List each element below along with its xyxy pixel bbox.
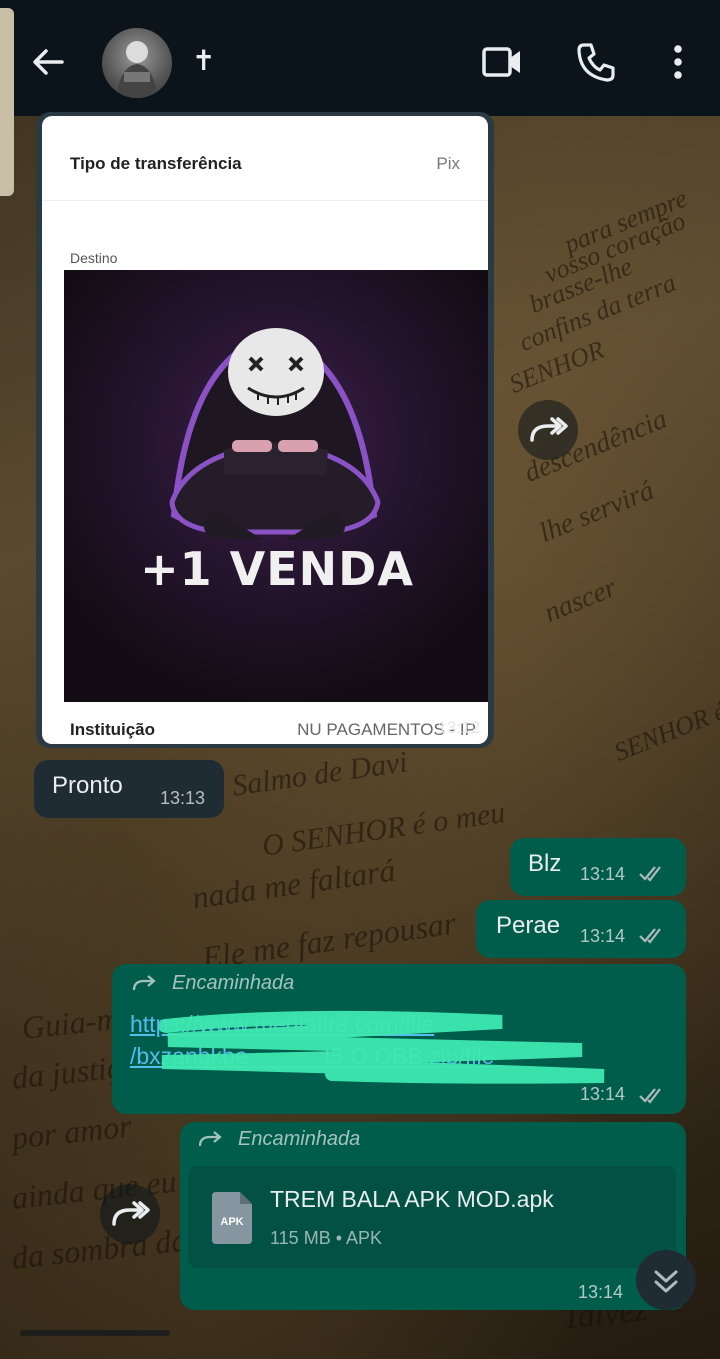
file-meta: 115 MB • APK <box>270 1228 383 1248</box>
read-ticks-icon <box>639 928 661 944</box>
forward-button[interactable] <box>518 400 578 460</box>
scroll-to-bottom-button[interactable] <box>636 1250 696 1310</box>
incoming-message[interactable]: Pronto 13:13 <box>34 760 224 818</box>
forward-icon <box>530 417 568 442</box>
message-time: 13:14 <box>580 864 626 884</box>
message-time: 13:14 <box>578 1282 624 1302</box>
bottom-edge <box>20 1330 170 1336</box>
transfer-type-value: Pix <box>436 154 460 173</box>
document-attachment[interactable]: APK TREM BALA APK MOD.apk 115 MB • APK <box>188 1166 676 1268</box>
forwarded-icon <box>198 1131 222 1147</box>
read-ticks-icon <box>639 866 661 882</box>
receipt-image[interactable]: Tipo de transferência Pix Destino +1 VEN… <box>42 116 488 744</box>
contact-avatar[interactable] <box>102 28 172 98</box>
message-text: Blz <box>528 850 562 877</box>
file-badge: APK <box>220 1216 244 1228</box>
forward-button[interactable] <box>100 1184 160 1244</box>
message-time: 13:12 <box>437 718 480 737</box>
transfer-type-label: Tipo de transferência <box>70 154 242 173</box>
forwarded-label: Encaminhada <box>172 972 295 994</box>
message-time: 13:14 <box>580 1084 626 1104</box>
arrow-back-icon[interactable] <box>28 42 68 82</box>
promo-text: +1 VENDA <box>140 542 414 596</box>
voice-call-icon[interactable] <box>574 40 618 84</box>
double-chevron-down-icon <box>654 1270 678 1293</box>
message-text: Perae <box>496 912 561 939</box>
chat-header: ✝ <box>0 0 720 116</box>
message-time: 13:14 <box>580 926 626 946</box>
forwarded-icon <box>132 975 156 991</box>
image-message[interactable]: Tipo de transferência Pix Destino +1 VEN… <box>36 112 494 748</box>
forwarded-label: Encaminhada <box>238 1128 361 1150</box>
destination-label: Destino <box>70 250 118 266</box>
edge-overlay <box>0 8 14 196</box>
video-call-icon[interactable] <box>480 40 524 84</box>
outgoing-message[interactable]: Perae 13:14 <box>476 900 686 958</box>
file-name: TREM BALA APK MOD.apk <box>270 1186 554 1212</box>
forwarded-file-message[interactable]: Encaminhada APK TREM BALA APK MOD.apk 11… <box>180 1122 686 1310</box>
sale-sticker-image: +1 VENDA <box>64 270 488 702</box>
read-ticks-icon <box>639 1088 661 1104</box>
message-text: Pronto <box>52 772 123 799</box>
forward-icon <box>112 1201 150 1226</box>
transfer-type-row: Tipo de transferência Pix <box>70 154 460 174</box>
redaction-scribble <box>159 1010 605 1084</box>
divider <box>42 200 488 201</box>
institution-row: Instituição NU PAGAMENTOS - IP <box>70 720 476 740</box>
more-vert-icon[interactable] <box>656 40 700 84</box>
message-time: 13:13 <box>160 788 206 808</box>
institution-label: Instituição <box>70 720 156 739</box>
forwarded-link-message[interactable]: Encaminhada https://www.mediafire.com/fi… <box>112 964 686 1114</box>
outgoing-message[interactable]: Blz 13:14 <box>510 838 686 896</box>
contact-name[interactable]: ✝ <box>192 44 215 77</box>
